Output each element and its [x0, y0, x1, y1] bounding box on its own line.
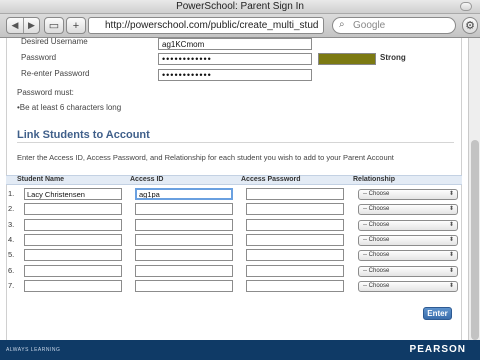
relationship-select[interactable]: -- Choose ⬍ — [358, 189, 458, 200]
search-field[interactable]: ⌕ Google — [332, 17, 456, 34]
access-password-field[interactable] — [246, 188, 344, 200]
access-password-field[interactable] — [246, 234, 344, 246]
relationship-select[interactable]: -- Choose ⬍ — [358, 250, 458, 261]
access-id-field[interactable] — [135, 234, 233, 246]
password-strength-meter — [318, 53, 376, 65]
history-nav: ◀ ▶ — [6, 17, 40, 34]
student-name-field[interactable]: Lacy Christensen — [24, 188, 122, 200]
row-number: 2. — [8, 204, 15, 213]
password-rules-heading: Password must: — [17, 88, 74, 97]
password-rule: •Be at least 6 characters long — [17, 103, 122, 112]
student-name-field[interactable] — [24, 203, 122, 215]
relationship-select[interactable]: -- Choose ⬍ — [358, 266, 458, 277]
chevron-updown-icon: ⬍ — [448, 237, 454, 243]
enter-button[interactable]: Enter — [423, 307, 452, 320]
relationship-select[interactable]: -- Choose ⬍ — [358, 281, 458, 292]
relationship-select[interactable]: -- Choose ⬍ — [358, 235, 458, 246]
chevron-updown-icon: ⬍ — [448, 283, 454, 289]
relationship-select-value: -- Choose — [363, 191, 390, 197]
window-title: PowerSchool: Parent Sign In — [176, 1, 304, 12]
footer-tagline: ALWAYS LEARNING — [6, 347, 61, 353]
student-name-field[interactable] — [24, 234, 122, 246]
tabs-overview-icon[interactable]: ▭ — [44, 17, 64, 34]
relationship-select-value: -- Choose — [363, 252, 390, 258]
row-number: 6. — [8, 266, 15, 275]
header-student-name: Student Name — [17, 176, 65, 183]
relationship-select-value: -- Choose — [363, 268, 390, 274]
pearson-logo: PEARSON — [409, 344, 466, 355]
chevron-updown-icon: ⬍ — [448, 222, 454, 228]
chevron-updown-icon: ⬍ — [448, 206, 454, 212]
reenter-password-field[interactable]: •••••••••••• — [158, 69, 312, 81]
password-label: Password — [21, 53, 57, 62]
strength-fill — [319, 54, 375, 64]
password-field[interactable]: •••••••••••• — [158, 53, 312, 65]
row-number: 4. — [8, 235, 15, 244]
search-placeholder: Google — [353, 20, 386, 31]
access-id-field[interactable] — [135, 219, 233, 231]
row-number: 7. — [8, 281, 15, 290]
username-field[interactable]: ag1KCmom — [158, 38, 312, 50]
access-password-field[interactable] — [246, 249, 344, 261]
vertical-scrollbar[interactable] — [468, 38, 480, 340]
section-divider — [17, 142, 454, 143]
access-password-field[interactable] — [246, 219, 344, 231]
access-id-field[interactable] — [135, 203, 233, 215]
relationship-select[interactable]: -- Choose ⬍ — [358, 220, 458, 231]
window-title-bar: PowerSchool: Parent Sign In — [0, 0, 480, 14]
back-arrow-icon[interactable]: ◀ — [7, 18, 23, 33]
section-intro: Enter the Access ID, Access Password, an… — [17, 153, 394, 162]
relationship-select-value: -- Choose — [363, 237, 390, 243]
scrollbar-thumb[interactable] — [471, 140, 479, 340]
section-title: Link Students to Account — [17, 129, 150, 141]
chevron-updown-icon: ⬍ — [448, 268, 454, 274]
page-content: Desired Username ag1KCmom Password •••••… — [0, 38, 468, 340]
address-bar[interactable]: http://powerschool.com/public/create_mul… — [88, 17, 324, 34]
settings-icon[interactable]: ⚙ — [462, 17, 478, 34]
access-id-field[interactable] — [135, 280, 233, 292]
forward-arrow-icon[interactable]: ▶ — [23, 18, 39, 33]
header-access-id: Access ID — [130, 176, 164, 183]
access-id-field[interactable]: ag1pa — [135, 188, 233, 200]
student-name-field[interactable] — [24, 280, 122, 292]
access-password-field[interactable] — [246, 265, 344, 277]
chevron-updown-icon: ⬍ — [448, 252, 454, 258]
student-name-field[interactable] — [24, 249, 122, 261]
toolbar-toggle-button[interactable] — [460, 2, 472, 11]
row-number: 1. — [8, 189, 15, 198]
access-password-field[interactable] — [246, 203, 344, 215]
relationship-select-value: -- Choose — [363, 206, 390, 212]
url-text: http://powerschool.com/public/create_mul… — [105, 20, 319, 31]
search-icon: ⌕ — [339, 19, 345, 30]
student-name-field[interactable] — [24, 265, 122, 277]
page-footer: ALWAYS LEARNING PEARSON — [0, 340, 480, 360]
username-label: Desired Username — [21, 38, 88, 46]
header-access-password: Access Password — [241, 176, 301, 183]
access-password-field[interactable] — [246, 280, 344, 292]
relationship-select-value: -- Choose — [363, 222, 390, 228]
student-name-field[interactable] — [24, 219, 122, 231]
browser-toolbar: ◀ ▶ ▭ + http://powerschool.com/public/cr… — [0, 14, 480, 38]
reenter-password-label: Re-enter Password — [21, 69, 90, 78]
row-number: 3. — [8, 220, 15, 229]
access-id-field[interactable] — [135, 249, 233, 261]
students-table-header: Student Name Access ID Access Password R… — [6, 175, 462, 185]
relationship-select[interactable]: -- Choose ⬍ — [358, 204, 458, 215]
add-bookmark-button[interactable]: + — [66, 17, 86, 34]
password-strength-label: Strong — [380, 53, 406, 62]
row-number: 5. — [8, 250, 15, 259]
access-id-field[interactable] — [135, 265, 233, 277]
header-relationship: Relationship — [353, 176, 396, 183]
chevron-updown-icon: ⬍ — [448, 191, 454, 197]
relationship-select-value: -- Choose — [363, 283, 390, 289]
